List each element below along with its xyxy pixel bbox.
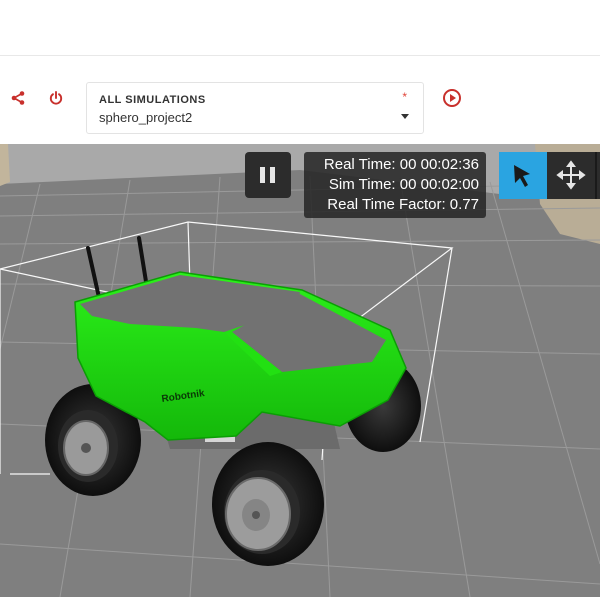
required-marker: * <box>402 90 407 104</box>
select-arrow-icon <box>514 165 530 187</box>
select-mode-button[interactable] <box>499 152 547 199</box>
play-circle-icon[interactable] <box>442 88 462 108</box>
pause-icon <box>260 167 265 183</box>
translate-arrows-icon <box>556 160 586 190</box>
chevron-down-icon <box>401 114 409 119</box>
power-icon[interactable] <box>48 90 64 106</box>
simulation-select[interactable]: ALL SIMULATIONS * sphero_project2 <box>86 82 424 134</box>
pause-icon-bar <box>270 167 275 183</box>
translate-mode-button[interactable] <box>547 152 595 199</box>
real-time-factor: Real Time Factor: 0.77 <box>327 196 479 213</box>
share-icon[interactable] <box>10 90 26 106</box>
simulation-select-label: ALL SIMULATIONS <box>99 94 206 106</box>
pause-button[interactable] <box>245 152 291 198</box>
simulation-time-panel: Real Time: 00 00:02:36 Sim Time: 00 00:0… <box>304 152 486 218</box>
real-time: Real Time: 00 00:02:36 <box>323 156 479 173</box>
simulation-select-value: sphero_project2 <box>99 110 193 125</box>
front-left-wheel <box>212 442 324 566</box>
sim-time: Sim Time: 00 00:02:00 <box>328 176 479 193</box>
3d-scene: Robotnik <box>0 144 600 597</box>
top-bar <box>0 0 600 56</box>
simulation-viewport[interactable]: Robotnik Real Time: 00 00:02:36 Sim Time… <box>0 144 600 597</box>
more-tools-button[interactable] <box>595 152 600 199</box>
